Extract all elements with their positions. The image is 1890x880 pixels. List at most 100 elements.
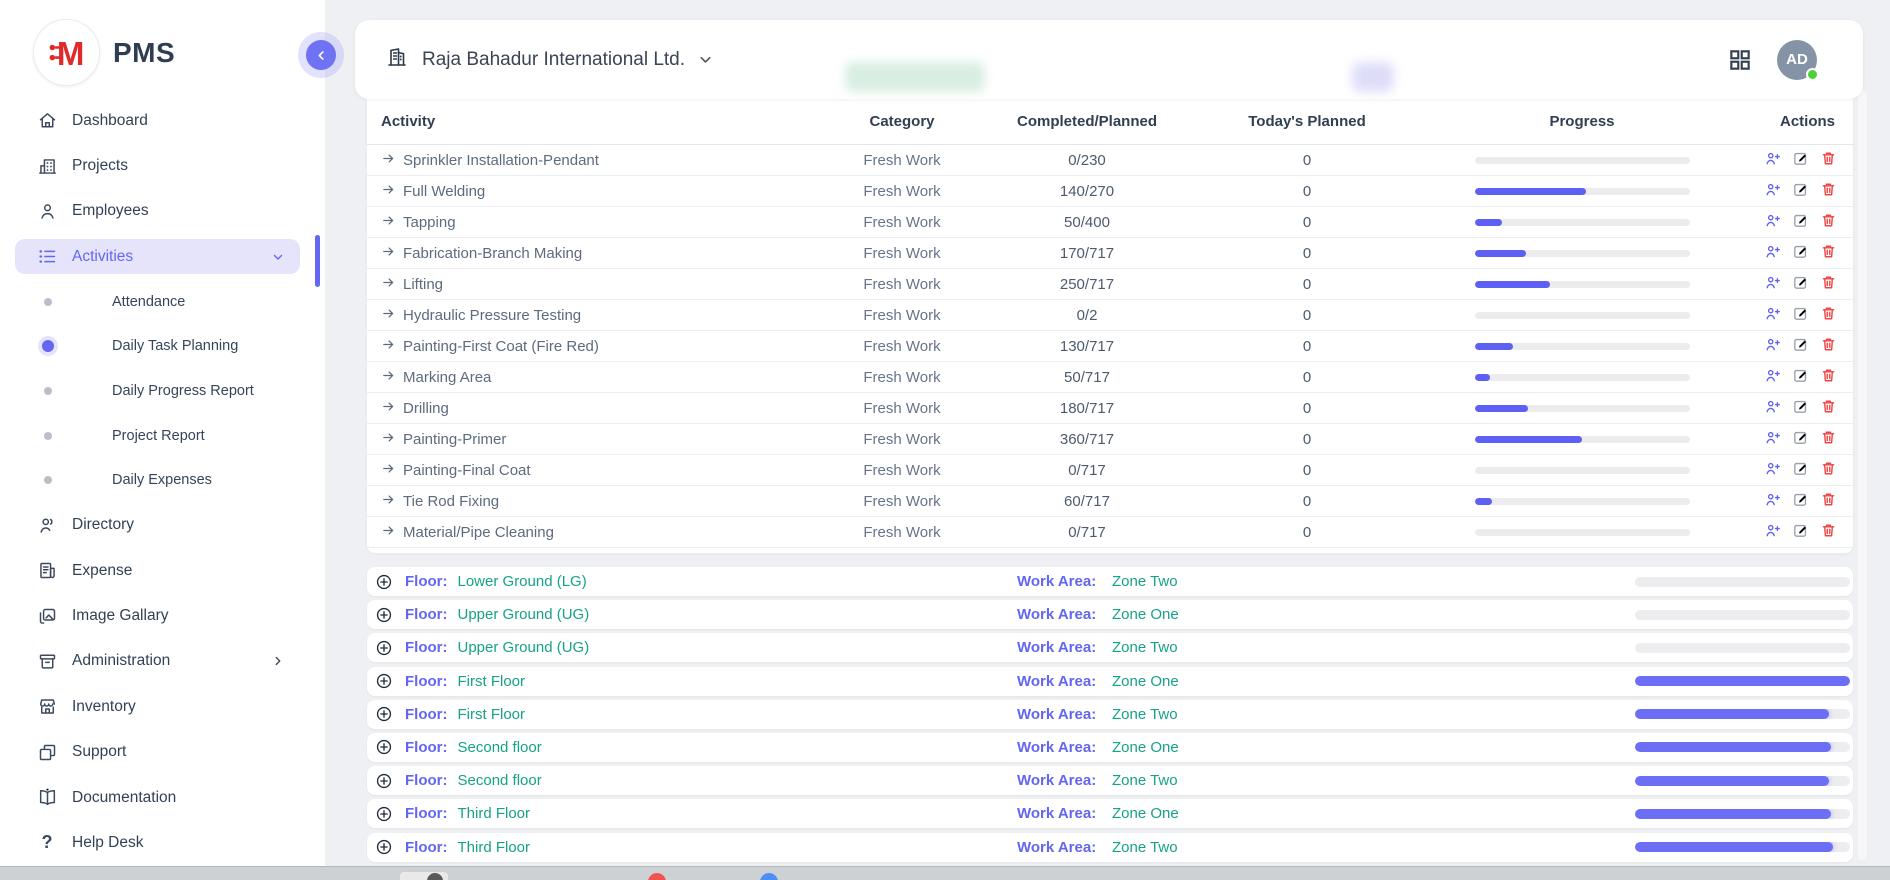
plus-circle-button[interactable] (375, 772, 393, 790)
sidebar-item-image-gallary[interactable]: Image Gallary (0, 593, 325, 638)
add-user-button[interactable] (1764, 212, 1781, 232)
edit-button[interactable] (1792, 460, 1809, 480)
activity-category: Fresh Work (817, 338, 987, 355)
delete-button[interactable] (1820, 429, 1837, 449)
apps-grid-button[interactable] (1727, 47, 1753, 73)
delete-button[interactable] (1820, 243, 1837, 263)
add-user-button[interactable] (1764, 243, 1781, 263)
sidebar-collapse-button[interactable] (306, 40, 336, 70)
add-user-button[interactable] (1764, 367, 1781, 387)
floor-value: Lower Ground (LG) (458, 573, 587, 590)
delete-icon (1820, 429, 1837, 449)
progress-bar (1475, 219, 1690, 226)
plus-circle-button[interactable] (375, 738, 393, 756)
delete-button[interactable] (1820, 150, 1837, 170)
sidebar-subitem-daily-expenses[interactable]: Daily Expenses (0, 458, 325, 503)
content-scrollbar-track[interactable] (1858, 90, 1867, 860)
edit-button[interactable] (1792, 150, 1809, 170)
completed-planned: 250/717 (987, 276, 1187, 293)
edit-button[interactable] (1792, 243, 1809, 263)
sidebar-item-expense[interactable]: Expense (0, 548, 325, 593)
add-user-button[interactable] (1764, 429, 1781, 449)
add-user-button[interactable] (1764, 336, 1781, 356)
activity-row: DrillingFresh Work180/7170 (367, 393, 1853, 424)
sidebar-item-employees[interactable]: Employees (0, 189, 325, 234)
plus-circle-button[interactable] (375, 672, 393, 690)
add-user-button[interactable] (1764, 398, 1781, 418)
delete-button[interactable] (1820, 398, 1837, 418)
edit-button[interactable] (1792, 305, 1809, 325)
arrow-right-icon (381, 151, 396, 170)
sidebar-item-dashboard[interactable]: Dashboard (0, 98, 325, 143)
todays-planned: 0 (1187, 276, 1427, 293)
edit-button[interactable] (1792, 367, 1809, 387)
todays-planned: 0 (1187, 524, 1427, 541)
plus-circle-button[interactable] (375, 639, 393, 657)
edit-button[interactable] (1792, 181, 1809, 201)
delete-button[interactable] (1820, 491, 1837, 511)
completed-planned: 60/717 (987, 493, 1187, 510)
activity-name: Lifting (403, 276, 443, 293)
delete-button[interactable] (1820, 274, 1837, 294)
sidebar-item-inventory[interactable]: Inventory (0, 684, 325, 729)
avatar[interactable]: AD (1777, 40, 1817, 80)
add-user-button[interactable] (1764, 181, 1781, 201)
taskbar-icon[interactable] (760, 873, 778, 880)
edit-button[interactable] (1792, 336, 1809, 356)
add-user-icon (1764, 305, 1781, 325)
building-icon (385, 45, 409, 74)
activity-row: Tie Rod FixingFresh Work60/7170 (367, 486, 1853, 517)
delete-button[interactable] (1820, 336, 1837, 356)
sidebar-subitem-project-report[interactable]: Project Report (0, 413, 325, 458)
arrow-right-icon (381, 492, 396, 511)
activity-name: Tapping (403, 214, 456, 231)
delete-button[interactable] (1820, 305, 1837, 325)
delete-button[interactable] (1820, 181, 1837, 201)
delete-button[interactable] (1820, 522, 1837, 542)
activity-category: Fresh Work (817, 493, 987, 510)
activity-row: Sprinkler Installation-PendantFresh Work… (367, 145, 1853, 176)
sidebar-item-help-desk[interactable]: ?Help Desk (0, 820, 325, 865)
edit-button[interactable] (1792, 491, 1809, 511)
sidebar-item-administration[interactable]: Administration (0, 639, 325, 684)
sidebar-subitem-daily-progress-report[interactable]: Daily Progress Report (0, 369, 325, 414)
plus-circle-button[interactable] (375, 573, 393, 591)
edit-button[interactable] (1792, 274, 1809, 294)
column-header-today-s-planned: Today's Planned (1187, 113, 1427, 130)
edit-button[interactable] (1792, 398, 1809, 418)
plus-circle-button[interactable] (375, 838, 393, 856)
sidebar-item-support[interactable]: Support (0, 729, 325, 774)
sidebar-item-documentation[interactable]: Documentation (0, 775, 325, 820)
sidebar-subitem-attendance[interactable]: Attendance (0, 280, 325, 325)
plus-circle-button[interactable] (375, 805, 393, 823)
chevron-right-icon (271, 654, 285, 668)
sidebar-subitem-daily-task-planning[interactable]: Daily Task Planning (0, 324, 325, 369)
edit-button[interactable] (1792, 522, 1809, 542)
column-header-category: Category (817, 113, 987, 130)
edit-button[interactable] (1792, 429, 1809, 449)
sidebar-item-directory[interactable]: Directory (0, 503, 325, 548)
taskbar-icon[interactable] (648, 873, 666, 880)
add-user-button[interactable] (1764, 460, 1781, 480)
plus-circle-button[interactable] (375, 705, 393, 723)
app-logo: M (33, 19, 100, 86)
add-user-button[interactable] (1764, 274, 1781, 294)
delete-button[interactable] (1820, 460, 1837, 480)
add-user-button[interactable] (1764, 150, 1781, 170)
add-user-button[interactable] (1764, 491, 1781, 511)
company-name: Raja Bahadur International Ltd. (422, 49, 685, 71)
column-header-actions: Actions (1737, 113, 1853, 130)
sidebar-item-projects[interactable]: Projects (0, 143, 325, 188)
sidebar-item-activities[interactable]: Activities (0, 234, 325, 279)
activity-row: Fabrication-Branch MakingFresh Work170/7… (367, 238, 1853, 269)
delete-button[interactable] (1820, 367, 1837, 387)
add-user-button[interactable] (1764, 522, 1781, 542)
plus-circle-button[interactable] (375, 606, 393, 624)
add-user-button[interactable] (1764, 305, 1781, 325)
work-area-label: Work Area: (1017, 739, 1096, 756)
delete-button[interactable] (1820, 212, 1837, 232)
company-selector[interactable]: Raja Bahadur International Ltd. (385, 45, 714, 74)
edit-icon (1792, 181, 1809, 201)
edit-button[interactable] (1792, 212, 1809, 232)
sidebar-scrollbar-thumb[interactable] (315, 235, 320, 287)
